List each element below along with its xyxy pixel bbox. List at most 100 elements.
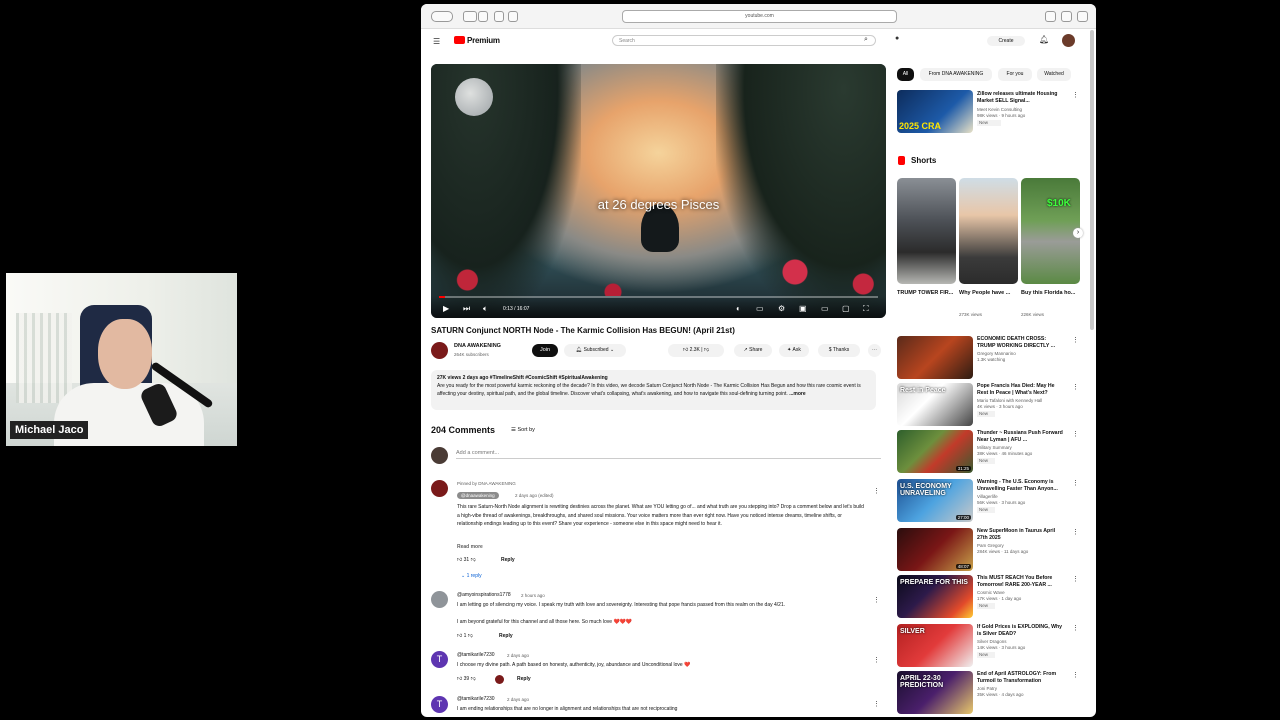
play-icon[interactable]: ▶ — [443, 304, 449, 313]
video-thumbnail[interactable]: Rest in Peace — [897, 383, 973, 426]
comment-avatar[interactable]: T — [431, 696, 448, 713]
reply-button[interactable]: Reply — [501, 557, 515, 563]
more-actions-icon[interactable]: ⋯ — [868, 344, 881, 357]
share-icon[interactable] — [1045, 11, 1056, 22]
video-thumbnail[interactable]: 48:07 — [897, 528, 973, 571]
add-comment-input[interactable]: Add a comment... — [456, 450, 881, 459]
progress-bar[interactable] — [439, 296, 878, 298]
video-menu-icon[interactable]: ⋮ — [1072, 479, 1079, 487]
short-thumbnail[interactable] — [959, 178, 1018, 284]
video-thumbnail[interactable]: 2025 CRA — [897, 90, 973, 133]
share-button[interactable]: ↗ Share — [734, 344, 772, 357]
join-button[interactable]: Join — [532, 344, 558, 357]
comment-avatar[interactable] — [431, 591, 448, 608]
notifications-bell-icon[interactable]: 🔔︎ — [1039, 35, 1049, 44]
sort-by-button[interactable]: ☰ Sort by — [511, 427, 535, 433]
youtube-logo-icon[interactable] — [454, 36, 465, 44]
comment-menu-icon[interactable]: ⋮ — [873, 487, 880, 495]
video-title[interactable]: If Gold Prices is EXPLODING, Why is Silv… — [977, 624, 1063, 638]
chip-from-channel[interactable]: From DNA AWAKENING — [920, 68, 992, 81]
video-menu-icon[interactable]: ⋮ — [1072, 671, 1079, 679]
chip-watched[interactable]: Watched — [1037, 68, 1071, 81]
autoplay-toggle-icon[interactable]: ◐ — [736, 304, 741, 313]
reply-button[interactable]: Reply — [499, 633, 513, 639]
shorts-next-chevron-icon[interactable]: › — [1073, 228, 1083, 238]
video-thumbnail[interactable]: 31:25 — [897, 430, 973, 473]
video-title[interactable]: New SuperMoon in Taurus April 27th 2025 — [977, 528, 1063, 542]
video-menu-icon[interactable]: ⋮ — [1072, 383, 1079, 391]
theater-mode-icon[interactable]: ▭ — [821, 304, 829, 313]
video-title[interactable]: ECONOMIC DEATH CROSS: TRUMP WORKING DIRE… — [977, 336, 1063, 350]
create-button[interactable]: Create — [987, 36, 1025, 46]
video-menu-icon[interactable]: ⋮ — [1072, 528, 1079, 536]
read-more-link[interactable]: Read more — [457, 544, 483, 550]
subscribed-button[interactable]: 🔔︎ Subscribed ⌄ — [564, 344, 626, 357]
comment-author[interactable]: @dnaawakening — [457, 492, 499, 499]
video-thumbnail[interactable]: PREPARE FOR THIS — [897, 575, 973, 618]
comment-menu-icon[interactable]: ⋮ — [873, 700, 880, 708]
video-thumbnail[interactable]: APRIL 22-30 PREDICTION — [897, 671, 973, 714]
ask-button[interactable]: ✦ Ask — [779, 344, 809, 357]
comment-like-button[interactable]: 👍︎ 31 👎︎ — [457, 557, 476, 563]
address-bar[interactable]: youtube.com — [622, 10, 897, 23]
microphone-icon[interactable]: ● — [895, 35, 899, 42]
channel-avatar[interactable] — [431, 342, 448, 359]
video-menu-icon[interactable]: ⋮ — [1072, 430, 1079, 438]
video-player[interactable]: at 26 degrees Pisces ▶ ⏭ 🔈︎ 0:13 / 16:07… — [431, 64, 886, 318]
video-thumbnail[interactable]: SILVER — [897, 624, 973, 667]
video-thumbnail[interactable] — [897, 336, 973, 379]
like-dislike-button[interactable]: 👍︎ 2.3K | 👎︎ — [668, 344, 724, 357]
cast-icon[interactable]: ▢ — [842, 304, 850, 313]
menu-icon[interactable]: ☰ — [433, 37, 440, 46]
video-title[interactable]: Warning - The U.S. Economy is Unravellin… — [977, 479, 1063, 493]
forward-arrow-icon[interactable] — [508, 11, 518, 22]
page-scrollbar[interactable] — [1090, 30, 1094, 330]
fullscreen-icon[interactable]: ⛶ — [863, 304, 869, 314]
comment-like-button[interactable]: 👍︎ 39 👎︎ — [457, 676, 476, 682]
comment-like-button[interactable]: 👍︎ 1 👎︎ — [457, 633, 473, 639]
video-title[interactable]: Pope Francis Has Died: May He Rest In Pe… — [977, 383, 1063, 397]
channel-name[interactable]: DNA AWAKENING — [454, 343, 501, 349]
video-title[interactable]: Thunder ~ Russians Push Forward Near Lym… — [977, 430, 1063, 444]
video-menu-icon[interactable]: ⋮ — [1072, 575, 1079, 583]
comment-avatar[interactable]: T — [431, 651, 448, 668]
chip-all[interactable]: All — [897, 68, 914, 81]
video-menu-icon[interactable]: ⋮ — [1072, 624, 1079, 632]
tabs-icon[interactable] — [1077, 11, 1088, 22]
video-thumbnail[interactable]: U.S. ECONOMY UNRAVELING 27:00 — [897, 479, 973, 522]
short-title[interactable]: TRUMP TOWER FIR... — [897, 290, 955, 297]
description-box[interactable]: 27K views 2 days ago #TimelineShift #Cos… — [431, 370, 876, 410]
video-menu-icon[interactable]: ⋮ — [1072, 91, 1079, 99]
short-title[interactable]: Buy this Florida ho... — [1021, 290, 1079, 297]
volume-icon[interactable]: 🔈︎ — [483, 304, 488, 314]
short-thumbnail[interactable]: $10K — [1021, 178, 1080, 284]
comment-author[interactable]: @amyoinspirations1778 — [457, 592, 511, 598]
video-menu-icon[interactable]: ⋮ — [1072, 336, 1079, 344]
video-title[interactable]: This MUST REACH You Before Tomorrow! RAR… — [977, 575, 1063, 589]
traffic-lights-icon[interactable] — [431, 11, 453, 22]
comment-author[interactable]: @tamikarile7230 — [457, 696, 495, 702]
search-icon[interactable]: ⌕ — [864, 36, 868, 44]
reply-button[interactable]: Reply — [517, 676, 531, 682]
miniplayer-icon[interactable]: ▣ — [799, 304, 807, 313]
comment-menu-icon[interactable]: ⋮ — [873, 656, 880, 664]
comment-author[interactable]: @tamikarile7230 — [457, 652, 495, 658]
back-arrow-icon[interactable] — [494, 11, 504, 22]
search-input[interactable]: Search — [612, 35, 876, 46]
video-title[interactable]: End of April ASTROLOGY: From Turmoil to … — [977, 671, 1063, 685]
chip-for-you[interactable]: For you — [998, 68, 1032, 81]
description-more-link[interactable]: ...more — [789, 391, 805, 397]
comment-menu-icon[interactable]: ⋮ — [873, 596, 880, 604]
account-avatar[interactable] — [1062, 34, 1075, 47]
thanks-button[interactable]: $ Thanks — [818, 344, 860, 357]
settings-gear-icon[interactable]: ⚙ — [778, 304, 785, 313]
comment-avatar[interactable] — [431, 480, 448, 497]
youtube-logo-text[interactable]: Premium — [467, 36, 500, 45]
view-replies-link[interactable]: ⌄ 1 reply — [461, 573, 482, 579]
tab-overview-icon[interactable] — [478, 11, 488, 22]
short-thumbnail[interactable] — [897, 178, 956, 284]
short-title[interactable]: Why People have ... — [959, 290, 1017, 297]
video-title[interactable]: Zillow releases ultimate Housing Market … — [977, 91, 1063, 105]
new-tab-icon[interactable] — [1061, 11, 1072, 22]
sidebar-toggle-icon[interactable] — [463, 11, 477, 22]
